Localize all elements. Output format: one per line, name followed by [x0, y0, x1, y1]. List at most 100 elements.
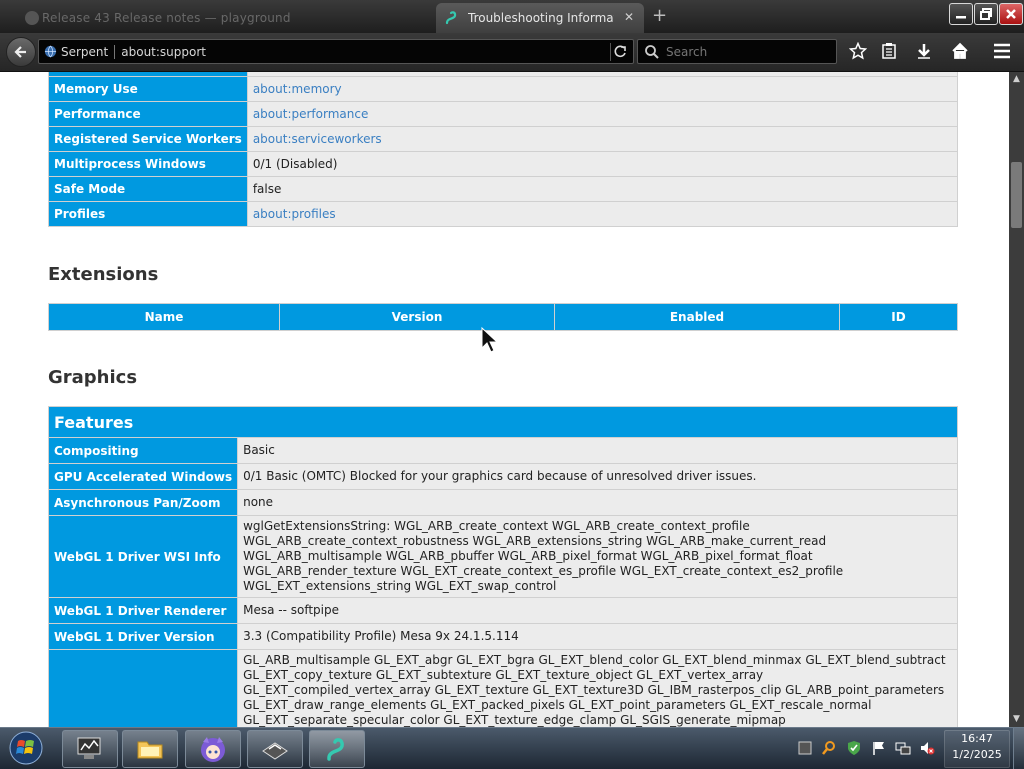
restore-icon	[980, 8, 992, 20]
start-button[interactable]	[3, 728, 49, 768]
anime-avatar-icon	[201, 737, 225, 762]
clock-date: 1/2/2025	[952, 748, 1002, 761]
column-header-name[interactable]: Name	[48, 303, 280, 331]
row-value: none	[237, 489, 958, 516]
row-value: 3.3 (Compatibility Profile) Mesa 9x 24.1…	[237, 623, 958, 650]
system-clock[interactable]: 16:47 1/2/2025	[944, 730, 1010, 768]
graphics-heading: Graphics	[48, 367, 138, 388]
scroll-up-icon[interactable]: ▲	[1009, 72, 1024, 87]
row-value: about:performance	[246, 101, 959, 127]
row-label: Profiles	[48, 201, 248, 227]
clock-time: 16:47	[961, 732, 993, 745]
performance-link[interactable]: about:performance	[253, 107, 369, 121]
table-row: Memory Use about:memory	[48, 76, 959, 102]
identity-label[interactable]: Serpent	[61, 44, 116, 59]
table-row: GPU Accelerated Windows 0/1 Basic (OMTC)…	[47, 463, 958, 490]
menu-icon	[994, 43, 1010, 59]
reading-list-button[interactable]	[878, 40, 900, 62]
taskbar-app-character[interactable]	[185, 730, 241, 768]
menu-button[interactable]	[991, 40, 1013, 62]
folder-icon	[137, 741, 163, 759]
row-label: Memory Use	[48, 76, 248, 102]
downloads-button[interactable]	[913, 40, 935, 62]
column-header-id[interactable]: ID	[839, 303, 958, 331]
minimize-button[interactable]	[949, 3, 973, 25]
tab-label: Troubleshooting Information	[468, 11, 614, 25]
memory-link[interactable]: about:memory	[253, 82, 342, 96]
tab-background[interactable]: Release 43 Release notes — playground	[12, 3, 412, 33]
table-row: Profiles about:profiles	[48, 201, 959, 227]
tab-close-icon[interactable]: ✕	[622, 10, 636, 24]
reading-list-icon	[882, 43, 896, 59]
scrollbar-thumb[interactable]	[1011, 162, 1022, 228]
close-window-button[interactable]	[999, 3, 1023, 25]
download-icon	[918, 44, 930, 59]
reload-icon[interactable]	[610, 43, 629, 61]
taskbar-app-monitor[interactable]	[62, 730, 118, 768]
table-row: WebGL 1 Driver Renderer Mesa -- softpipe	[47, 597, 958, 624]
toolbox-icon	[262, 742, 288, 760]
table-row: Multiprocess Windows 0/1 (Disabled)	[48, 151, 959, 177]
extensions-heading: Extensions	[48, 264, 159, 285]
security-tray-icon[interactable]	[846, 740, 862, 756]
row-value: GL_ARB_multisample GL_EXT_abgr GL_EXT_bg…	[237, 649, 958, 727]
features-header: Features	[48, 406, 958, 438]
scroll-down-icon[interactable]: ▼	[1009, 712, 1024, 727]
action-center-flag-icon[interactable]	[871, 740, 887, 756]
table-row: Registered Service Workers about:service…	[48, 126, 959, 152]
row-label: WebGL 1 Driver Version	[47, 623, 239, 650]
tab-favicon-icon	[25, 11, 39, 25]
search-tray-icon[interactable]	[821, 740, 837, 756]
serviceworkers-link[interactable]: about:serviceworkers	[253, 132, 382, 146]
system-monitor-icon	[77, 737, 101, 759]
row-value: about:memory	[246, 76, 959, 102]
vertical-scrollbar[interactable]: ▲ ▼	[1009, 72, 1024, 727]
table-row: Compositing Basic	[47, 437, 958, 464]
table-row: GL_ARB_multisample GL_EXT_abgr GL_EXT_bg…	[47, 649, 958, 727]
row-value: 0/1 Basic (OMTC) Blocked for your graphi…	[237, 463, 958, 490]
taskbar: 16:47 1/2/2025	[0, 727, 1024, 769]
show-desktop-button[interactable]	[1013, 728, 1024, 769]
serpent-icon	[327, 738, 344, 761]
flag-tray-icon[interactable]	[797, 740, 813, 756]
new-tab-icon[interactable]: +	[652, 6, 667, 26]
row-value: false	[246, 176, 959, 202]
table-row: WebGL 1 Driver WSI Info wglGetExtensions…	[47, 515, 958, 598]
table-row: Safe Mode false	[48, 176, 959, 202]
network-tray-icon[interactable]	[895, 740, 911, 756]
tab-troubleshooting[interactable]: Troubleshooting Information ✕	[436, 3, 644, 33]
row-label: Multiprocess Windows	[48, 151, 248, 177]
back-button[interactable]	[6, 37, 36, 67]
search-input[interactable]	[664, 43, 828, 60]
minimize-icon	[956, 16, 966, 19]
taskbar-app-serpent[interactable]	[309, 730, 365, 768]
mouse-cursor-icon	[481, 326, 499, 353]
volume-muted-icon[interactable]	[919, 740, 935, 756]
search-bar[interactable]	[637, 39, 837, 64]
row-label: WebGL 1 Driver WSI Info	[47, 515, 239, 598]
row-label: Registered Service Workers	[48, 126, 248, 152]
row-value: Basic	[237, 437, 958, 464]
row-label: Asynchronous Pan/Zoom	[47, 489, 239, 516]
home-icon	[952, 42, 968, 59]
column-header-version[interactable]: Version	[279, 303, 555, 331]
home-button[interactable]	[949, 40, 971, 62]
graphics-features-table: Features Compositing Basic GPU Accelerat…	[47, 406, 958, 727]
table-row: Performance about:performance	[48, 101, 959, 127]
column-header-enabled[interactable]: Enabled	[554, 303, 840, 331]
star-icon	[849, 42, 867, 60]
row-value: Mesa -- softpipe	[237, 597, 958, 624]
row-value: wglGetExtensionsString: WGL_ARB_create_c…	[237, 515, 958, 598]
profiles-link[interactable]: about:profiles	[253, 207, 336, 221]
taskbar-app-explorer[interactable]	[122, 730, 178, 768]
taskbar-app-tools[interactable]	[247, 730, 303, 768]
table-row: Asynchronous Pan/Zoom none	[47, 489, 958, 516]
row-label: Compositing	[47, 437, 239, 464]
tab-label: Release 43 Release notes — playground	[42, 11, 291, 25]
url-bar[interactable]: Serpent about:support	[38, 39, 634, 64]
bookmark-star-button[interactable]	[847, 40, 869, 62]
row-value: about:serviceworkers	[246, 126, 959, 152]
row-value: 0/1 (Disabled)	[246, 151, 959, 177]
url-text[interactable]: about:support	[121, 45, 206, 59]
maximize-button[interactable]	[974, 3, 998, 25]
